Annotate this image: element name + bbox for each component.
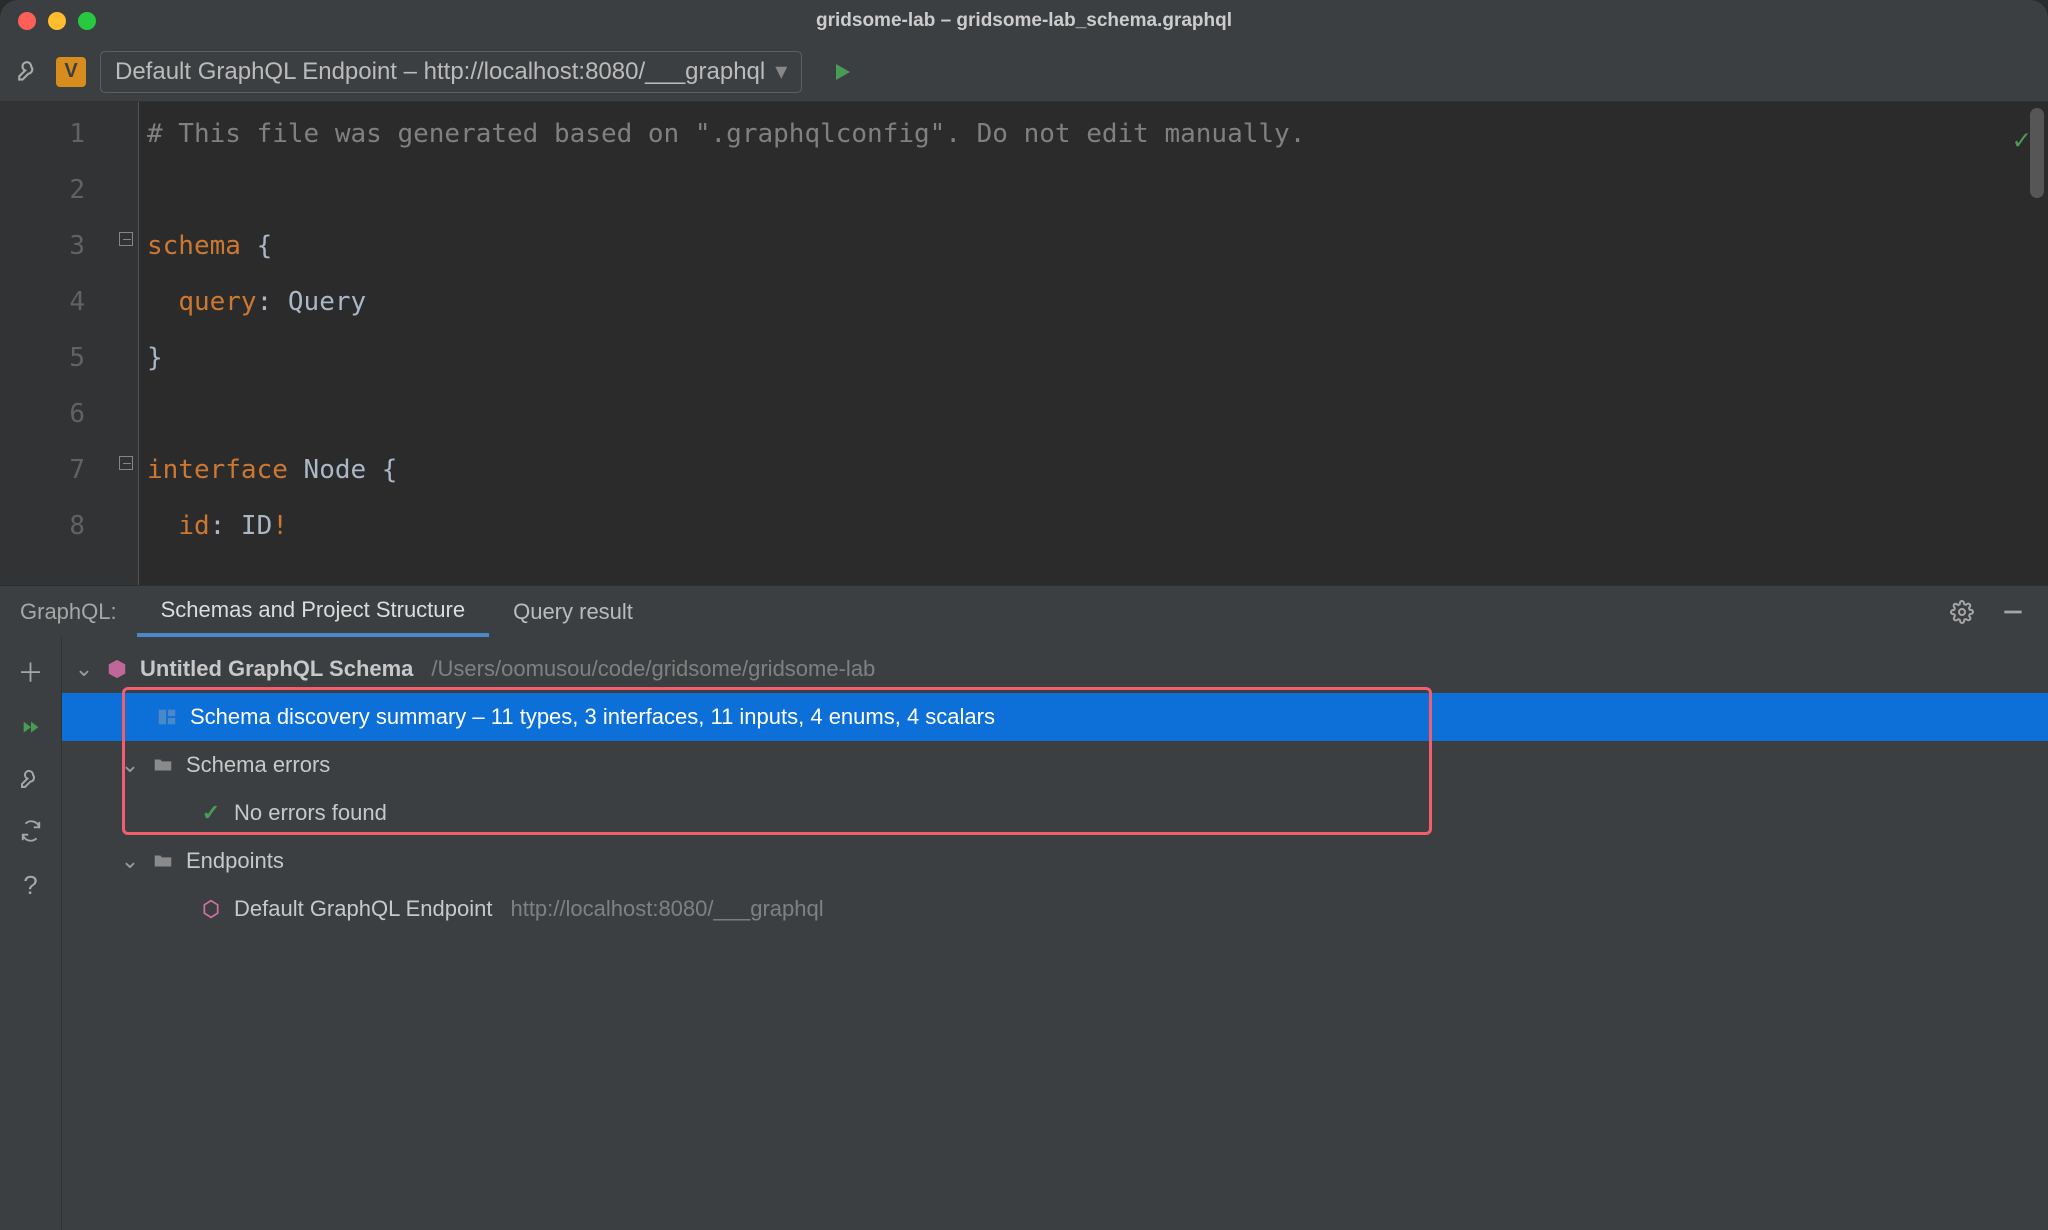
version-badge: V <box>56 57 86 87</box>
chevron-down-icon[interactable]: ⌄ <box>120 837 140 885</box>
titlebar: gridsome-lab – gridsome-lab_schema.graph… <box>0 0 2048 42</box>
tree-endpoint-item[interactable]: Default GraphQL Endpoint http://localhos… <box>62 885 2048 933</box>
fold-icon[interactable] <box>119 232 133 246</box>
endpoint-dropdown[interactable]: Default GraphQL Endpoint – http://localh… <box>100 51 802 93</box>
help-icon[interactable]: ? <box>23 870 37 901</box>
tree-endpoints-label: Endpoints <box>186 837 284 885</box>
validation-ok-icon: ✓ <box>2013 112 2030 168</box>
folder-icon <box>150 754 176 776</box>
tree-summary-label: Schema discovery summary – 11 types, 3 i… <box>190 693 995 741</box>
tree-endpoint-url: http://localhost:8080/___graphql <box>510 885 823 933</box>
tree-endpoint-name: Default GraphQL Endpoint <box>234 885 492 933</box>
line-gutter: 1 2 3 4 5 6 7 8 <box>0 102 115 585</box>
hide-panel-icon[interactable] <box>2000 599 2026 625</box>
add-icon[interactable]: ＋ <box>17 653 43 690</box>
endpoint-dropdown-label: Default GraphQL Endpoint – http://localh… <box>115 58 765 86</box>
tree-errors-label: Schema errors <box>186 741 330 789</box>
endpoint-icon <box>198 899 224 919</box>
tree-summary-row[interactable]: Schema discovery summary – 11 types, 3 i… <box>62 693 2048 741</box>
schema-tree[interactable]: ⌄ Untitled GraphQL Schema /Users/oomusou… <box>62 637 2048 1230</box>
chevron-down-icon: ▾ <box>775 57 787 86</box>
tree-root-label: Untitled GraphQL Schema <box>140 645 413 693</box>
tree-no-errors-label: No errors found <box>234 789 387 837</box>
tree-root-path: /Users/oomusou/code/gridsome/gridsome-la… <box>431 645 875 693</box>
folder-icon <box>150 850 176 872</box>
code-editor[interactable]: 1 2 3 4 5 6 7 8 # This file was generate… <box>0 102 2048 585</box>
panel-tabbar: GraphQL: Schemas and Project Structure Q… <box>0 585 2048 637</box>
tree-root[interactable]: ⌄ Untitled GraphQL Schema /Users/oomusou… <box>62 645 2048 693</box>
gear-icon[interactable] <box>1950 600 1974 624</box>
chevron-down-icon[interactable]: ⌄ <box>74 645 94 693</box>
run-icon[interactable] <box>830 60 854 84</box>
toolbar: V Default GraphQL Endpoint – http://loca… <box>0 42 2048 102</box>
check-icon: ✓ <box>198 789 224 837</box>
panel-title: GraphQL: <box>0 586 137 637</box>
tab-schemas[interactable]: Schemas and Project Structure <box>137 586 489 637</box>
tree-errors-row[interactable]: ⌄ Schema errors <box>62 741 2048 789</box>
scrollbar-thumb[interactable] <box>2030 108 2044 198</box>
summary-icon <box>154 706 180 728</box>
fold-column <box>115 102 139 585</box>
rerun-icon[interactable] <box>20 718 42 740</box>
tab-query-result[interactable]: Query result <box>489 586 657 637</box>
code-content[interactable]: # This file was generated based on ".gra… <box>139 102 1305 585</box>
panel-side-toolbar: ＋ ? <box>0 637 62 1230</box>
refresh-icon[interactable] <box>20 820 42 842</box>
panel-body: ＋ ? ⌄ Untitled GraphQL Schema /Users/oom… <box>0 637 2048 1230</box>
chevron-down-icon[interactable]: ⌄ <box>120 741 140 789</box>
tree-no-errors-row[interactable]: ✓ No errors found <box>62 789 2048 837</box>
fold-icon[interactable] <box>119 456 133 470</box>
wrench-icon[interactable] <box>19 768 43 792</box>
window-title: gridsome-lab – gridsome-lab_schema.graph… <box>0 10 2048 32</box>
graphql-schema-icon <box>104 658 130 680</box>
tree-endpoints-row[interactable]: ⌄ Endpoints <box>62 837 2048 885</box>
build-icon[interactable] <box>16 59 42 85</box>
